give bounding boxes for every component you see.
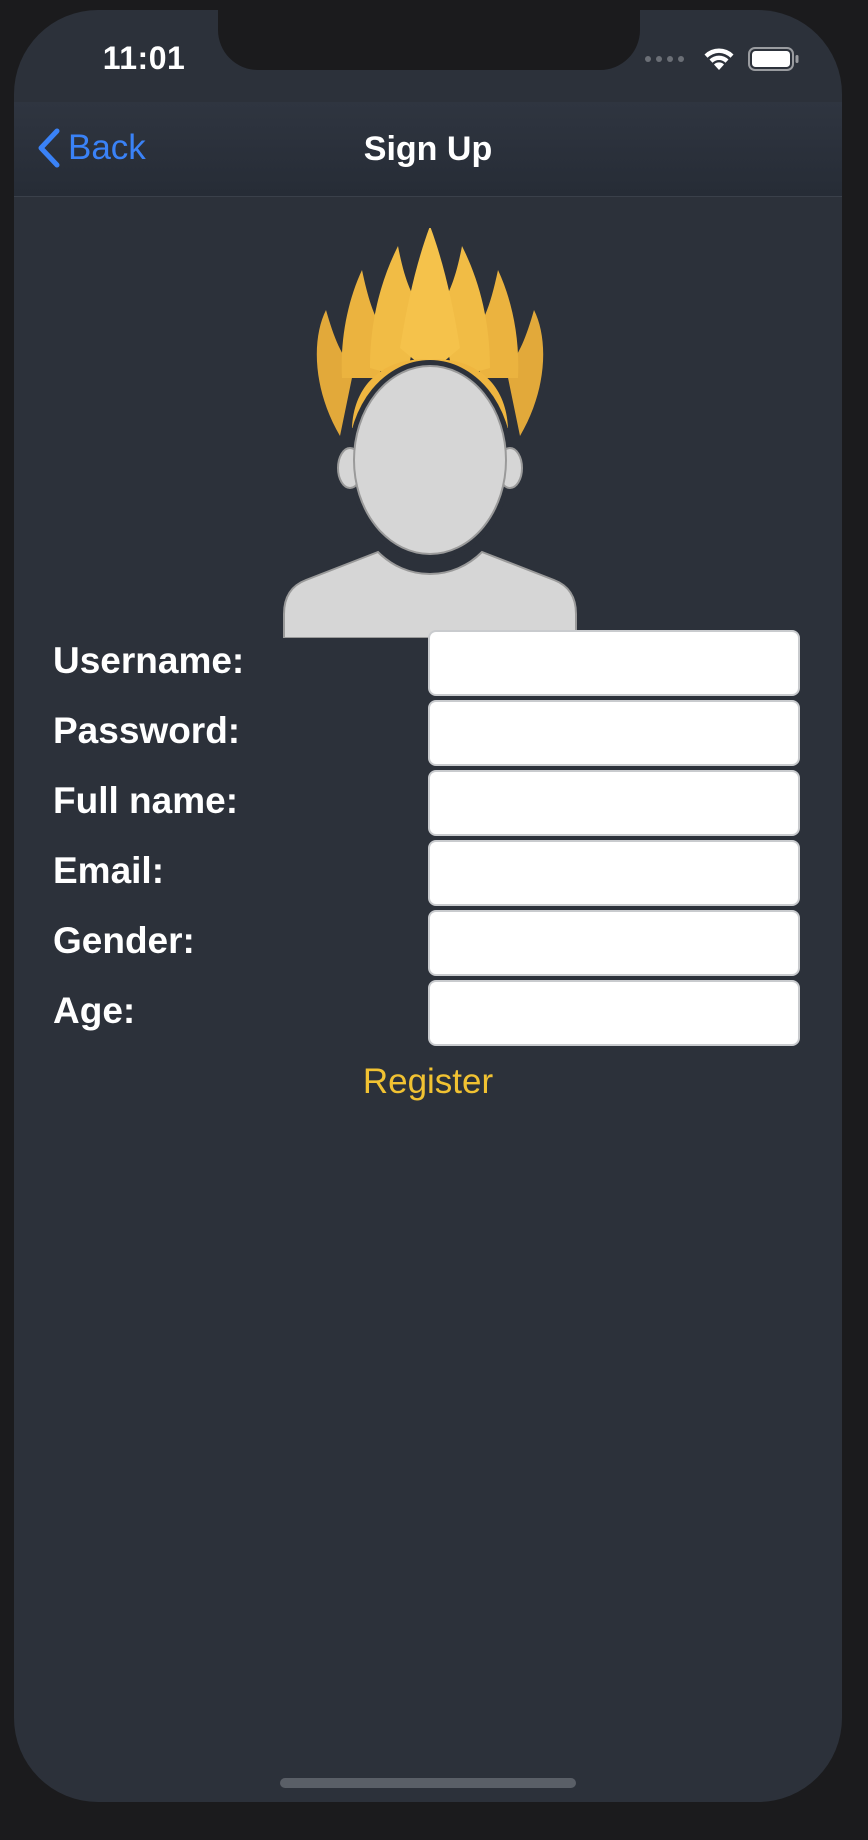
password-label: Password: (53, 710, 241, 751)
user-avatar-icon (283, 228, 577, 638)
age-input[interactable] (428, 980, 800, 1046)
page-title: Sign Up (363, 130, 493, 168)
gender-input[interactable] (428, 910, 800, 976)
age-label: Age: (53, 990, 136, 1031)
username-input[interactable] (428, 630, 800, 696)
status-time: 11:01 (102, 40, 186, 76)
password-input[interactable] (428, 700, 800, 766)
email-label: Email: (53, 850, 165, 891)
gender-label: Gender: (53, 920, 195, 961)
wifi-icon (704, 48, 734, 70)
gender-row: Gender: (14, 910, 842, 978)
status-bar: 11:01 (14, 10, 842, 102)
status-icons (645, 46, 800, 72)
device-frame: 11:01 Back Sign Up Username: Password: F… (0, 0, 868, 1840)
battery-icon (748, 47, 799, 71)
age-row: Age: (14, 980, 842, 1048)
navigation-bar: Back Sign Up (14, 102, 842, 197)
email-input[interactable] (428, 840, 800, 906)
full-name-row: Full name: (14, 770, 842, 838)
password-row: Password: (14, 700, 842, 768)
email-row: Email: (14, 840, 842, 908)
device-notch (218, 10, 640, 70)
full-name-input[interactable] (428, 770, 800, 836)
username-row: Username: (14, 630, 842, 698)
home-indicator[interactable] (280, 1778, 576, 1788)
full-name-label: Full name: (53, 780, 239, 821)
app-screen: 11:01 Back Sign Up Username: Password: F… (14, 10, 842, 1802)
register-button[interactable]: Register (14, 1062, 842, 1102)
cellular-signal-icon (645, 56, 684, 62)
username-label: Username: (53, 640, 245, 681)
